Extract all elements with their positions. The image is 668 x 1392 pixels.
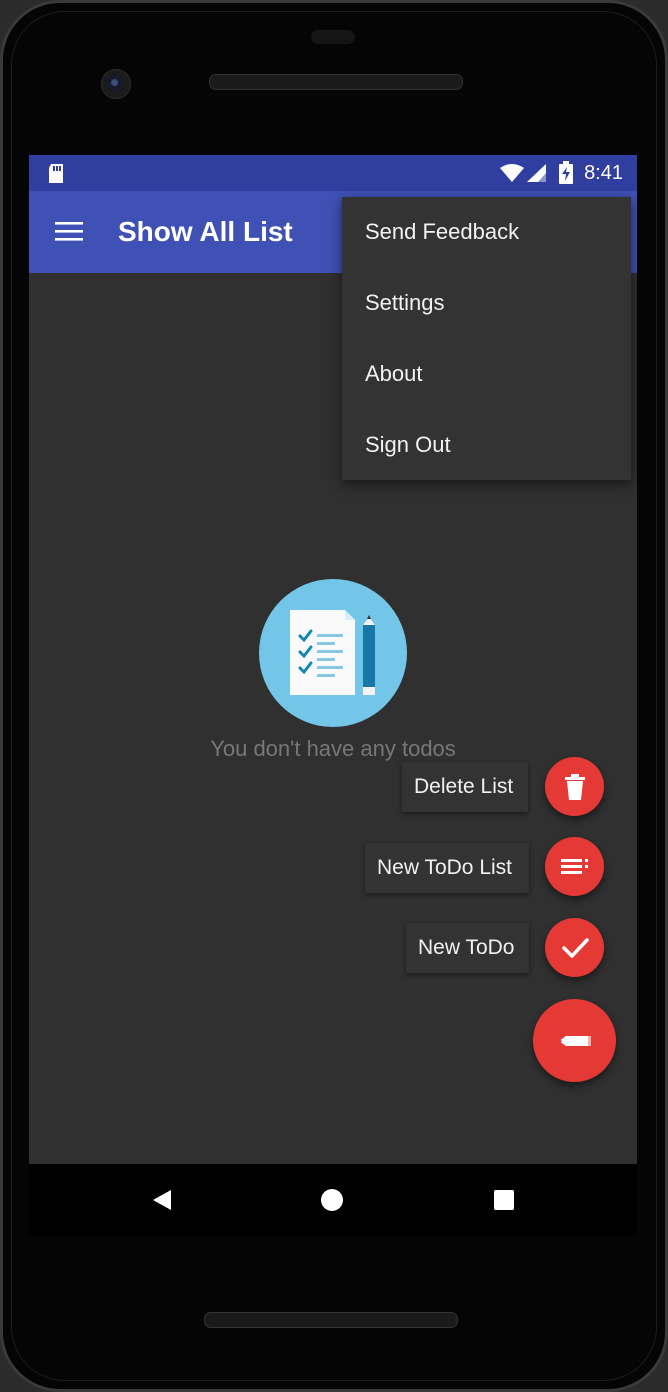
- hamburger-menu-icon: [55, 222, 83, 241]
- menu-item-settings[interactable]: Settings: [342, 267, 631, 338]
- delete-list-button[interactable]: [545, 757, 604, 816]
- trash-icon: [564, 773, 585, 800]
- status-bar: 8:41: [29, 155, 637, 191]
- menu-item-about[interactable]: About: [342, 338, 631, 409]
- new-todo-label[interactable]: New ToDo: [406, 923, 529, 973]
- home-icon[interactable]: [320, 1188, 344, 1212]
- app-screen: 8:41 Show All List Send Feedback Setting…: [29, 155, 637, 1164]
- phone-frame: 8:41 Show All List Send Feedback Setting…: [0, 0, 668, 1392]
- delete-list-label[interactable]: Delete List: [402, 762, 528, 812]
- system-navigation-bar: [29, 1164, 637, 1236]
- list-icon: [560, 858, 588, 874]
- menu-item-sign-out[interactable]: Sign Out: [342, 409, 631, 480]
- sd-card-icon: [49, 164, 63, 183]
- hamburger-menu-button[interactable]: [49, 214, 89, 250]
- status-time: 8:41: [584, 162, 623, 184]
- new-todo-list-button[interactable]: [545, 837, 604, 896]
- wifi-icon: [500, 164, 524, 182]
- bottom-speaker: [204, 1312, 458, 1328]
- empty-state-illustration: [259, 579, 407, 727]
- recents-icon[interactable]: [492, 1188, 516, 1212]
- check-icon: [561, 937, 589, 958]
- page-title: Show All List: [118, 216, 293, 247]
- front-camera: [101, 69, 131, 99]
- back-icon[interactable]: [149, 1188, 173, 1212]
- main-pencil-fab[interactable]: [533, 999, 616, 1082]
- new-todo-list-label[interactable]: New ToDo List: [365, 843, 529, 893]
- overflow-menu: Send Feedback Settings About Sign Out: [342, 197, 631, 480]
- signal-icon: [527, 164, 546, 182]
- empty-state-message: You don't have any todos: [210, 736, 456, 761]
- new-todo-button[interactable]: [545, 918, 604, 977]
- top-sensor: [311, 30, 355, 44]
- battery-charging-icon: [559, 161, 573, 184]
- menu-item-send-feedback[interactable]: Send Feedback: [342, 197, 631, 267]
- checklist-with-pencil-icon: [290, 610, 375, 695]
- pencil-icon: [558, 1035, 591, 1046]
- earpiece-speaker: [209, 74, 463, 90]
